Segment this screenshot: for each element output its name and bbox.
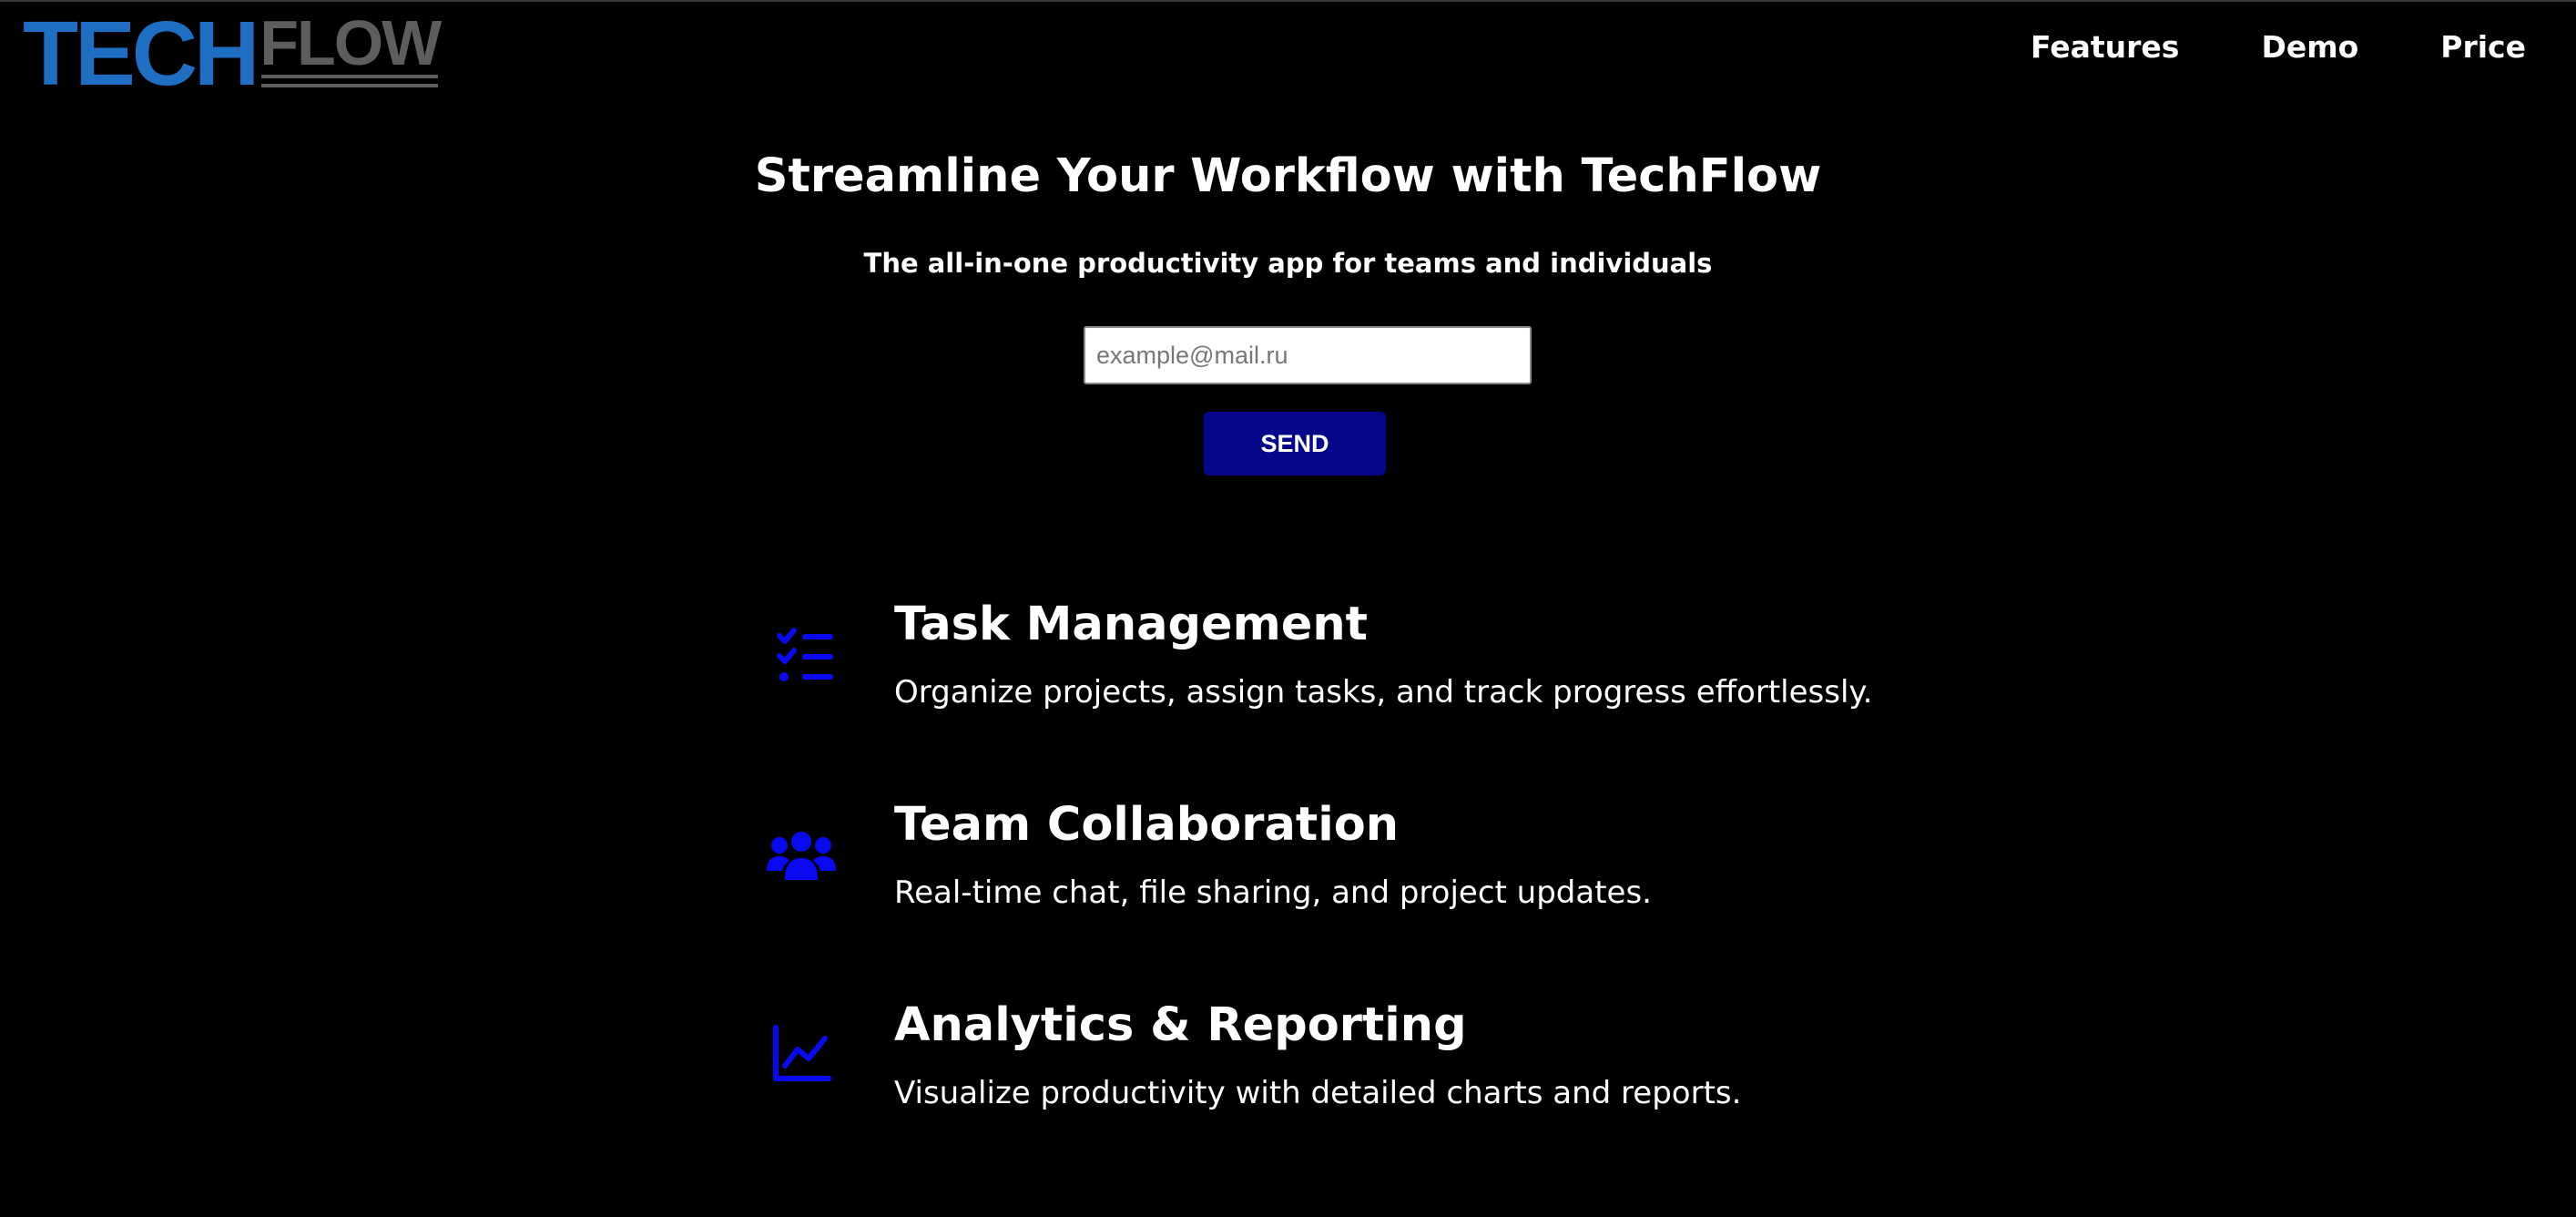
hero-title: Streamline Your Workflow with TechFlow	[754, 149, 1822, 203]
team-users-icon	[767, 832, 836, 880]
line-chart-icon	[773, 1025, 831, 1081]
send-button[interactable]: SEND	[1204, 412, 1386, 476]
task-list-icon	[777, 628, 833, 681]
nav-link-demo[interactable]: Demo	[2261, 29, 2358, 65]
logo-flow-wrap: FLOW	[260, 7, 442, 93]
feature-title: Task Management	[894, 598, 1369, 651]
nav-link-features[interactable]: Features	[2031, 29, 2179, 65]
feature-title: Team Collaboration	[894, 798, 1400, 852]
feature-description: Visualize productivity with detailed cha…	[894, 1075, 1742, 1111]
techflow-logo[interactable]: TECH FLOW	[23, 3, 442, 105]
feature-description: Organize projects, assign tasks, and tra…	[894, 674, 1873, 711]
logo-flow-text: FLOW	[260, 7, 442, 78]
email-input[interactable]	[1084, 326, 1532, 384]
hero-subtitle: The all-in-one productivity app for team…	[863, 248, 1713, 279]
feature-title: Analytics & Reporting	[894, 998, 1467, 1052]
nav-link-price[interactable]: Price	[2440, 29, 2526, 65]
main-nav: Features Demo Price	[1949, 29, 2526, 65]
top-border	[0, 0, 2576, 2]
logo-underline	[261, 75, 439, 87]
feature-description: Real-time chat, file sharing, and projec…	[894, 874, 1652, 911]
logo-tech-text: TECH	[23, 3, 260, 105]
